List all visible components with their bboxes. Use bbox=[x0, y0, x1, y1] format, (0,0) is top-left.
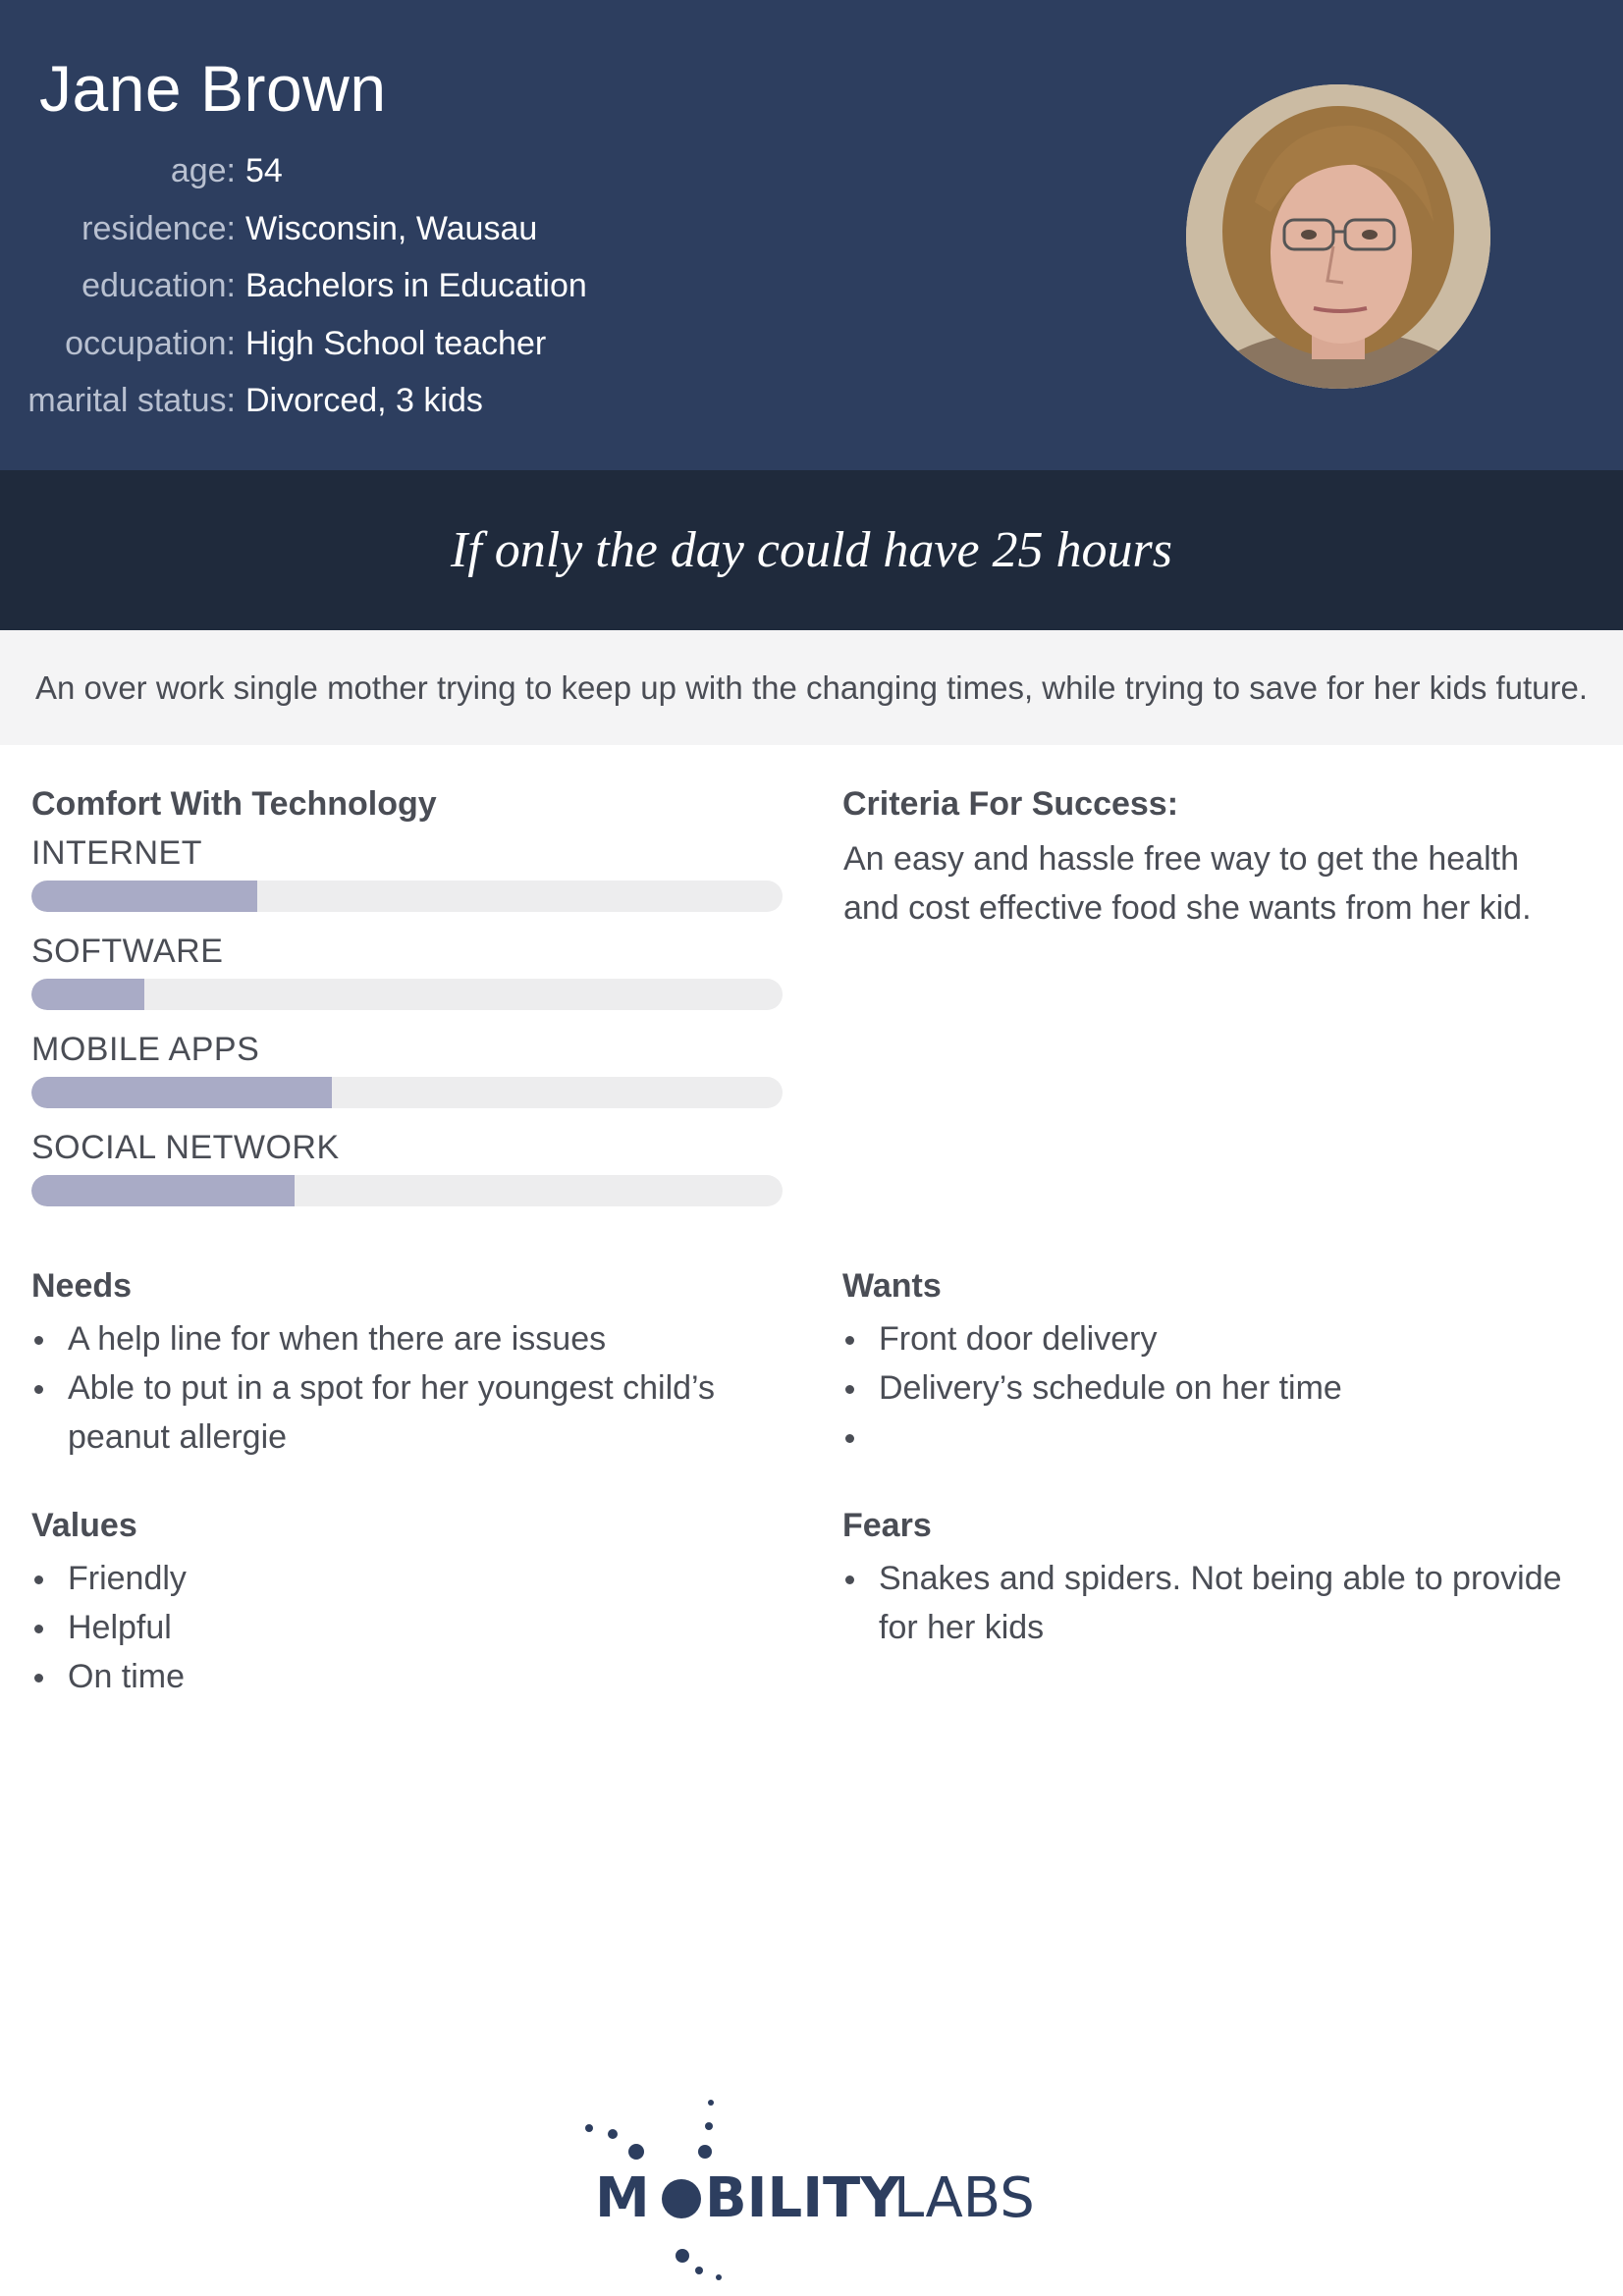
fact-residence: residence: Wisconsin, Wausau bbox=[0, 203, 687, 261]
summary-band: An over work single mother trying to kee… bbox=[0, 630, 1623, 745]
fears-title: Fears bbox=[842, 1507, 932, 1544]
fact-education: education: Bachelors in Education bbox=[0, 260, 687, 318]
fact-label: age: bbox=[170, 152, 236, 189]
tech-track bbox=[31, 979, 783, 1010]
list-item: A help line for when there are issues bbox=[31, 1314, 738, 1363]
fact-value: 54 bbox=[245, 152, 283, 189]
tech-track bbox=[31, 1077, 783, 1108]
needs-title: Needs bbox=[31, 1267, 133, 1305]
fact-marital-status: marital status: Divorced, 3 kids bbox=[0, 375, 687, 433]
fact-occupation: occupation: High School teacher bbox=[0, 318, 687, 376]
fact-value: Divorced, 3 kids bbox=[245, 382, 483, 419]
persona-photo bbox=[1186, 84, 1490, 389]
tech-fill bbox=[31, 979, 144, 1010]
tech-track bbox=[31, 1175, 783, 1206]
tech-fill bbox=[31, 881, 257, 912]
tech-label: MOBILE APPS bbox=[31, 1031, 260, 1068]
technology-bars: INTERNET SOFTWARE MOBILE APPS SOCIAL NET… bbox=[31, 834, 783, 1227]
fears-list: Snakes and spiders. Not being able to pr… bbox=[842, 1554, 1589, 1652]
technology-title: Comfort With Technology bbox=[31, 785, 437, 823]
list-item: Front door delivery bbox=[842, 1314, 1569, 1363]
persona-name: Jane Brown bbox=[39, 52, 387, 125]
list-item bbox=[842, 1413, 1569, 1462]
mobility-labs-logo: M BILITY LABS bbox=[579, 2091, 1051, 2287]
portrait-image bbox=[1186, 84, 1490, 389]
fact-label: occupation: bbox=[65, 324, 236, 362]
fact-label: residence: bbox=[81, 209, 236, 247]
list-item: Friendly bbox=[31, 1554, 738, 1603]
list-item: On time bbox=[31, 1652, 738, 1701]
tech-label: SOCIAL NETWORK bbox=[31, 1129, 340, 1166]
list-item: Helpful bbox=[31, 1603, 738, 1652]
persona-summary: An over work single mother trying to kee… bbox=[34, 668, 1589, 706]
values-list: Friendly Helpful On time bbox=[31, 1554, 738, 1701]
logo-text-bility: BILITY bbox=[705, 2166, 901, 2230]
fact-label: education: bbox=[81, 267, 236, 304]
logo-text-m: M bbox=[595, 2166, 650, 2230]
needs-list: A help line for when there are issues Ab… bbox=[31, 1314, 738, 1462]
list-item: Able to put in a spot for her youngest c… bbox=[31, 1363, 738, 1462]
wants-list: Front door delivery Delivery’s schedule … bbox=[842, 1314, 1569, 1462]
fact-label: marital status: bbox=[27, 382, 236, 419]
list-item: Delivery’s schedule on her time bbox=[842, 1363, 1569, 1413]
tech-label: SOFTWARE bbox=[31, 933, 224, 970]
logo-mark: M BILITY LABS bbox=[585, 2100, 1035, 2280]
fact-age: age: 54 bbox=[0, 145, 687, 203]
values-title: Values bbox=[31, 1507, 137, 1544]
tech-label: INTERNET bbox=[31, 834, 202, 872]
tech-track bbox=[31, 881, 783, 912]
fact-value: Bachelors in Education bbox=[245, 267, 587, 304]
persona-facts: age: 54 residence: Wisconsin, Wausau edu… bbox=[0, 145, 687, 433]
tech-row-social-network: SOCIAL NETWORK bbox=[31, 1129, 783, 1227]
quote-band: If only the day could have 25 hours bbox=[0, 470, 1623, 630]
fact-value: Wisconsin, Wausau bbox=[245, 209, 538, 247]
tech-row-mobile-apps: MOBILE APPS bbox=[31, 1031, 783, 1129]
tech-fill bbox=[31, 1077, 332, 1108]
fact-value: High School teacher bbox=[245, 324, 547, 362]
persona-header: Jane Brown age: 54 residence: Wisconsin,… bbox=[0, 0, 1623, 470]
tech-row-software: SOFTWARE bbox=[31, 933, 783, 1031]
tech-row-internet: INTERNET bbox=[31, 834, 783, 933]
logo-text-labs: LABS bbox=[893, 2166, 1035, 2230]
tech-fill bbox=[31, 1175, 295, 1206]
list-item: Snakes and spiders. Not being able to pr… bbox=[842, 1554, 1589, 1652]
criteria-title: Criteria For Success: bbox=[842, 785, 1179, 823]
persona-quote: If only the day could have 25 hours bbox=[450, 522, 1173, 578]
criteria-text: An easy and hassle free way to get the h… bbox=[843, 840, 1532, 927]
wants-title: Wants bbox=[842, 1267, 942, 1305]
